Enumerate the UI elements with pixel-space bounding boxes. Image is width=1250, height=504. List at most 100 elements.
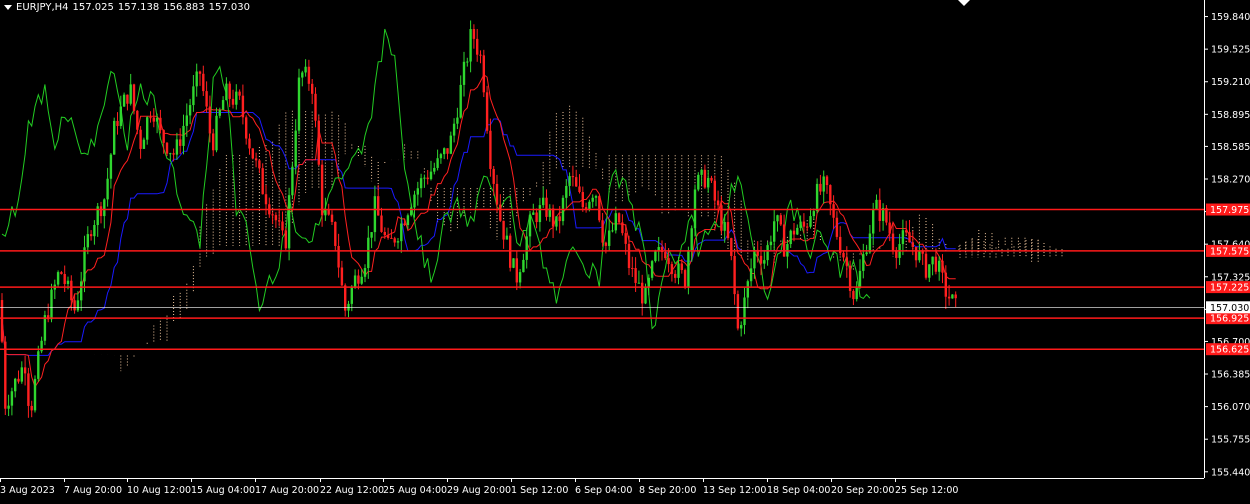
candle-body — [304, 66, 307, 73]
candle-body — [205, 91, 208, 107]
candle-body — [509, 235, 512, 268]
chart-header: EURJPY,H4 157.025 157.138 156.883 157.030 — [4, 2, 254, 13]
price-tick-label: 159.210 — [1211, 77, 1250, 88]
candle-body — [254, 158, 258, 161]
candle-body — [812, 211, 815, 217]
candle-body — [188, 105, 192, 116]
candle-body — [608, 230, 611, 246]
candle-body — [647, 277, 650, 287]
candle-body — [146, 117, 149, 140]
price-tick-label: 155.755 — [1211, 435, 1250, 446]
candle-body — [868, 233, 872, 253]
candle-body — [654, 251, 657, 262]
candle-body — [459, 84, 462, 118]
candle-body — [515, 258, 518, 283]
chart-shift-triangle-icon[interactable] — [958, 0, 970, 6]
candle-body — [129, 84, 132, 104]
candle-body — [941, 260, 944, 273]
candle-body — [466, 61, 469, 63]
candle-body — [799, 221, 802, 228]
candle-body — [383, 231, 386, 236]
candle-body — [37, 351, 40, 379]
candle-body — [489, 130, 492, 169]
time-tick-label: 29 Aug 20:00 — [447, 485, 511, 496]
chart-area[interactable]: 159.840 159.525 159.210 158.895 158.585 158.2… — [0, 0, 1250, 500]
candle-body — [258, 160, 261, 169]
time-tick-label: 18 Sep 04:00 — [767, 485, 830, 496]
candle-body — [604, 242, 608, 246]
candle-body — [532, 212, 535, 215]
candle-body — [334, 221, 337, 246]
candle-body — [495, 183, 499, 205]
candle-body — [274, 215, 278, 221]
candle-body — [50, 289, 53, 320]
time-tick-label: 15 Aug 04:00 — [191, 485, 255, 496]
time-tick-label: 20 Sep 20:00 — [831, 485, 894, 496]
candle-body — [182, 125, 185, 146]
candle-body — [406, 215, 410, 226]
candle-body — [23, 367, 27, 374]
candle-body — [221, 100, 225, 110]
candle-body — [700, 169, 703, 175]
candle-body — [370, 232, 373, 238]
candle-body — [4, 341, 7, 409]
candle-body — [452, 123, 456, 136]
candle-body — [403, 223, 406, 226]
candle-body — [86, 234, 89, 248]
candle-body — [373, 196, 377, 233]
candle-body — [905, 230, 908, 233]
candle-body — [56, 272, 60, 285]
candle-body — [43, 315, 47, 341]
candle-body — [251, 148, 254, 159]
candle-body — [825, 176, 829, 186]
candle-body — [710, 177, 713, 181]
candle-body — [386, 235, 390, 238]
candle-body — [245, 117, 248, 139]
candle-body — [667, 258, 670, 265]
candle-body — [914, 246, 918, 261]
candle-body — [601, 220, 604, 243]
candle-body — [796, 227, 799, 235]
candle-body — [169, 153, 172, 155]
candle-body — [449, 135, 452, 154]
candle-body — [746, 281, 749, 298]
candle-body — [901, 230, 905, 245]
candle-body — [835, 217, 839, 237]
candle-body — [858, 270, 862, 288]
candle-body — [753, 249, 756, 269]
dropdown-triangle-icon[interactable] — [4, 4, 12, 10]
candle-body — [136, 110, 139, 130]
candle-body — [132, 84, 136, 111]
candle-body — [815, 183, 819, 212]
candle-body — [891, 233, 895, 251]
candle-body — [287, 195, 291, 249]
candle-body — [822, 176, 825, 192]
candle-body — [317, 120, 320, 165]
candle-body — [353, 275, 357, 288]
candle-body — [17, 378, 20, 382]
candle-body — [842, 252, 845, 258]
candle-body — [340, 267, 344, 286]
candle-body — [551, 208, 555, 227]
candle-body — [363, 268, 367, 277]
candle-body — [225, 83, 228, 101]
candle-body — [462, 61, 466, 85]
candle-body — [875, 199, 878, 209]
candle-body — [106, 178, 109, 200]
candle-body — [763, 260, 766, 264]
candle-body — [439, 154, 443, 159]
candle-body — [680, 263, 683, 271]
candle-body — [456, 117, 459, 124]
price-tick-label: 155.440 — [1211, 467, 1250, 478]
candle-body — [264, 194, 268, 205]
candle-body — [802, 221, 806, 227]
current-price-label: 157.030 — [1210, 303, 1249, 314]
candle-body — [66, 280, 70, 284]
symbol-label: EURJPY,H4 — [16, 2, 69, 13]
candlestick-chart[interactable]: 159.840 159.525 159.210 158.895 158.585 158.2… — [0, 0, 1250, 500]
candle-body — [674, 273, 677, 278]
candle-body — [215, 115, 218, 151]
candle-body — [759, 255, 763, 264]
tenkan-sen-line — [1, 73, 956, 388]
candle-body — [677, 263, 680, 278]
